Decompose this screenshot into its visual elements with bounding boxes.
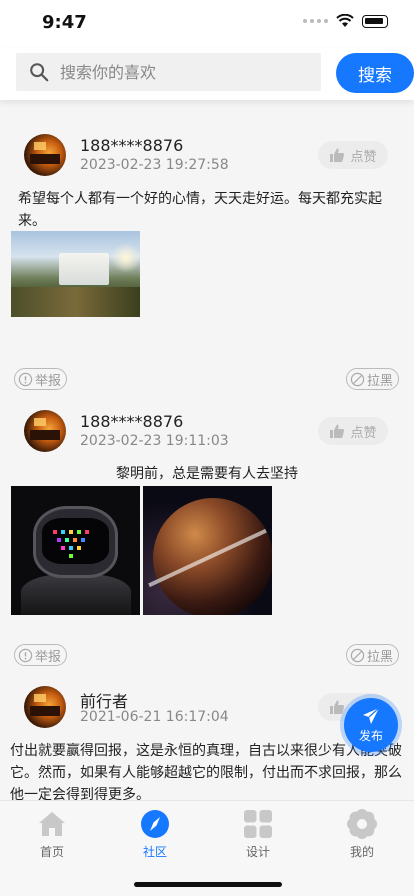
tab-label: 设计	[245, 845, 270, 859]
feed-list[interactable]: 188****8876 2023-02-23 19:27:58 点赞 希望每个人…	[0, 100, 414, 800]
post-timestamp: 2023-02-23 19:11:03	[80, 433, 229, 449]
post-timestamp: 2023-02-23 19:27:58	[80, 157, 229, 173]
home-indicator	[134, 882, 282, 887]
battery-icon	[362, 14, 388, 28]
alert-circle-icon	[18, 648, 33, 662]
grid-icon	[244, 810, 272, 838]
search-button[interactable]: 搜索	[336, 53, 414, 93]
wifi-icon	[336, 14, 354, 27]
status-bar: 9:47	[0, 0, 414, 48]
block-button[interactable]: 拉黑	[346, 644, 400, 666]
send-icon	[363, 707, 380, 724]
avatar[interactable]	[24, 410, 66, 452]
report-button[interactable]: 举报	[14, 368, 68, 390]
ban-icon	[350, 372, 365, 386]
signal-icon	[303, 19, 328, 23]
like-button[interactable]: 点赞	[318, 141, 388, 169]
search-icon	[30, 63, 49, 82]
post-image[interactable]	[11, 231, 140, 317]
post-image[interactable]	[143, 486, 272, 615]
home-icon	[39, 812, 65, 836]
tab-label: 首页	[39, 845, 64, 859]
report-button[interactable]: 举报	[14, 644, 68, 666]
post-content: 希望每个人都有一个好的心情，天天走好运。每天都充实起来。	[18, 191, 382, 229]
block-label: 拉黑	[367, 649, 394, 665]
tab-design[interactable]: 设计	[228, 809, 288, 860]
like-label: 点赞	[350, 149, 377, 165]
post-timestamp: 2021-06-21 16:17:04	[80, 709, 229, 725]
compass-icon	[141, 810, 169, 838]
search-field[interactable]	[16, 53, 321, 91]
username[interactable]: 188****8876	[80, 412, 183, 431]
search-bar: 搜索	[0, 48, 414, 100]
status-icons	[303, 14, 388, 28]
publish-button[interactable]: 发布	[344, 698, 398, 752]
post-image[interactable]	[11, 486, 140, 615]
avatar[interactable]	[24, 686, 66, 728]
status-time: 9:47	[42, 12, 87, 33]
thumbs-up-icon	[330, 700, 345, 714]
ban-icon	[350, 648, 365, 662]
publish-label: 发布	[358, 729, 383, 743]
tab-home[interactable]: 首页	[22, 809, 82, 860]
block-label: 拉黑	[367, 373, 394, 389]
tab-label: 社区	[142, 845, 167, 859]
tab-label: 我的	[349, 845, 374, 859]
tab-community[interactable]: 社区	[125, 809, 185, 860]
tab-mine[interactable]: 我的	[332, 809, 392, 860]
post-content: 黎明前，总是需要有人去坚持	[116, 466, 298, 482]
like-button[interactable]: 点赞	[318, 417, 388, 445]
username[interactable]: 188****8876	[80, 136, 183, 155]
search-input[interactable]	[60, 62, 300, 82]
block-button[interactable]: 拉黑	[346, 368, 400, 390]
like-label: 点赞	[350, 425, 377, 441]
thumbs-up-icon	[330, 148, 345, 162]
avatar[interactable]	[24, 134, 66, 176]
report-label: 举报	[35, 373, 62, 389]
report-label: 举报	[35, 649, 62, 665]
alert-circle-icon	[18, 372, 33, 386]
flower-icon	[347, 809, 377, 839]
thumbs-up-icon	[330, 424, 345, 438]
post-content: 付出就要赢得回报，这是永恒的真理，自古以来很少有人能突破它。然而，如果有人能够超…	[10, 743, 402, 800]
